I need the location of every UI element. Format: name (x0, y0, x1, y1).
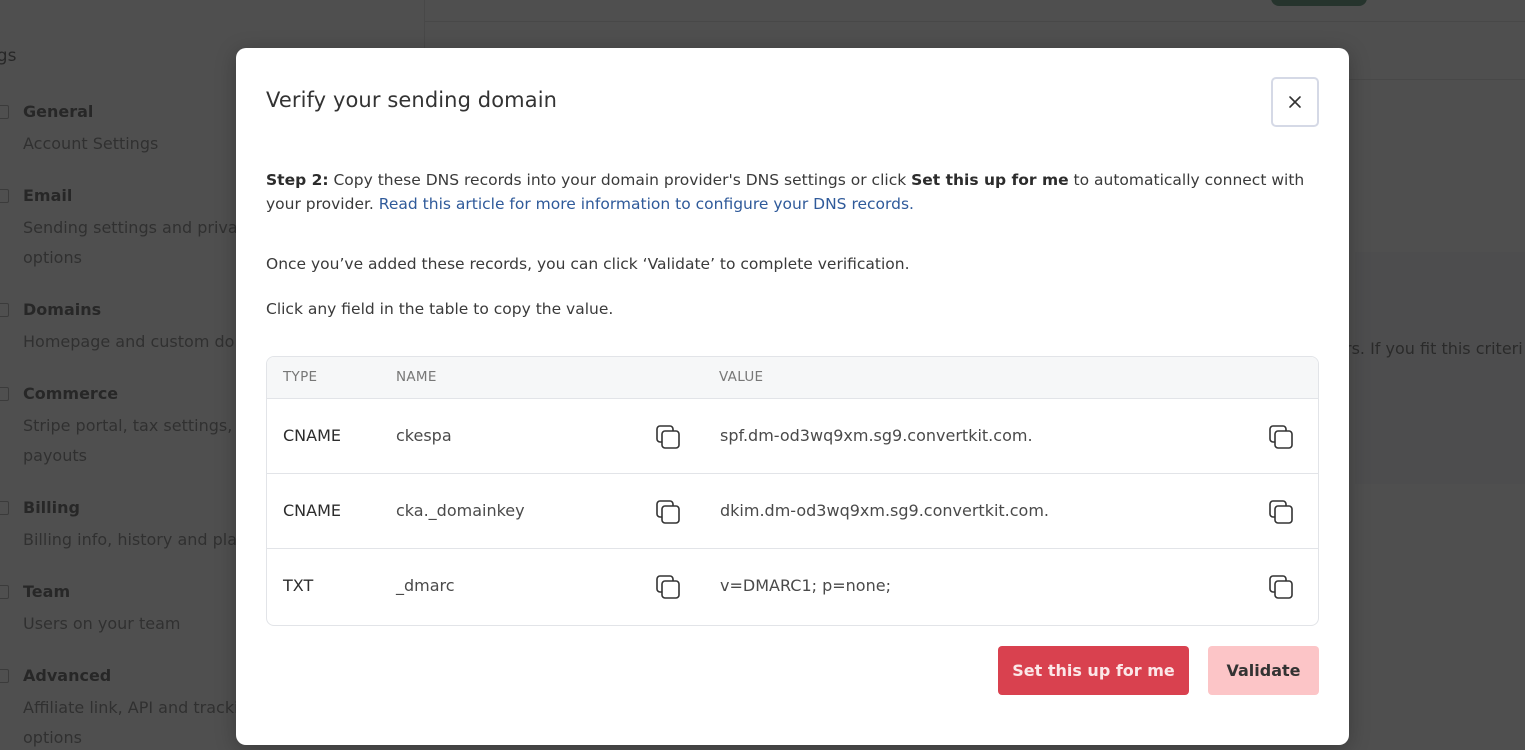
table-header: TYPE NAME VALUE (267, 357, 1318, 399)
header-name: NAME (396, 369, 437, 385)
copy-icon (1269, 500, 1293, 524)
step-bold-setup: Set this up for me (911, 171, 1069, 189)
record-name[interactable]: ckespa (396, 426, 452, 445)
copy-name-button[interactable] (654, 498, 682, 526)
copy-icon (656, 575, 680, 599)
copy-value-button[interactable] (1267, 573, 1295, 601)
step-instructions: Step 2: Copy these DNS records into your… (266, 168, 1316, 216)
copy-icon (1269, 575, 1293, 599)
copy-name-button[interactable] (654, 423, 682, 451)
record-value[interactable]: v=DMARC1; p=none; (720, 576, 891, 595)
dns-records-table: TYPE NAME VALUE CNAME ckespa spf.dm-od3w… (266, 356, 1319, 626)
close-button[interactable] (1271, 77, 1319, 127)
close-icon (1289, 96, 1301, 108)
copy-icon (1269, 425, 1293, 449)
record-value[interactable]: spf.dm-od3wq9xm.sg9.convertkit.com. (720, 426, 1033, 445)
record-type: CNAME (283, 501, 341, 520)
table-row: CNAME cka._domainkey dkim.dm-od3wq9xm.sg… (267, 474, 1318, 549)
record-type: CNAME (283, 426, 341, 445)
copy-value-button[interactable] (1267, 423, 1295, 451)
record-value[interactable]: dkim.dm-od3wq9xm.sg9.convertkit.com. (720, 501, 1049, 520)
set-this-up-button[interactable]: Set this up for me (998, 646, 1189, 695)
table-row: CNAME ckespa spf.dm-od3wq9xm.sg9.convert… (267, 399, 1318, 474)
record-name[interactable]: _dmarc (396, 576, 455, 595)
verify-domain-modal: Verify your sending domain Step 2: Copy … (236, 48, 1349, 745)
modal-title: Verify your sending domain (266, 88, 558, 112)
header-value: VALUE (719, 369, 764, 385)
copy-icon (656, 500, 680, 524)
dns-article-link[interactable]: Read this article for more information t… (379, 195, 914, 213)
validate-hint: Once you’ve added these records, you can… (266, 255, 910, 273)
table-row: TXT _dmarc v=DMARC1; p=none; (267, 549, 1318, 624)
record-name[interactable]: cka._domainkey (396, 501, 525, 520)
copy-icon (656, 425, 680, 449)
copy-value-button[interactable] (1267, 498, 1295, 526)
copy-name-button[interactable] (654, 573, 682, 601)
header-type: TYPE (283, 369, 318, 385)
step-text-1: Copy these DNS records into your domain … (328, 171, 912, 189)
record-type: TXT (283, 576, 314, 595)
step-label: Step 2: (266, 171, 329, 189)
copy-hint: Click any field in the table to copy the… (266, 300, 614, 318)
validate-button[interactable]: Validate (1208, 646, 1319, 695)
